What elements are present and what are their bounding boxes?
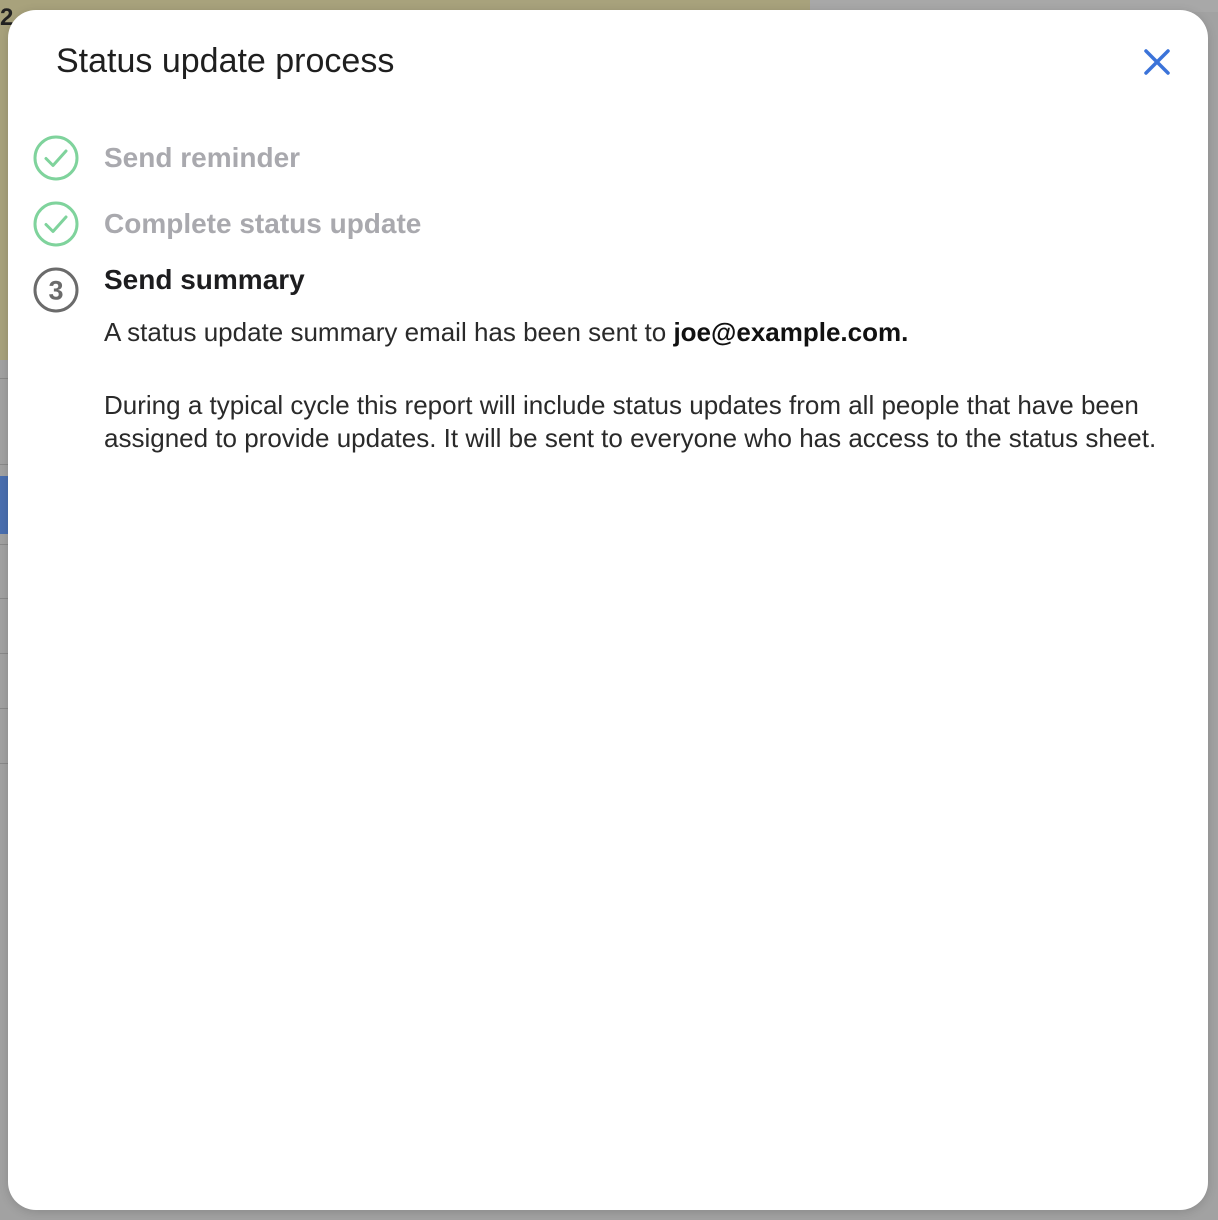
close-icon [1144, 49, 1170, 75]
background-selected-cell [0, 476, 8, 534]
recipient-email: joe@example.com. [673, 317, 909, 347]
background-divider [0, 653, 8, 654]
step-label: Complete status update [104, 208, 422, 239]
background-divider [0, 378, 8, 379]
summary-text: A status update summary email has been s… [104, 317, 674, 347]
summary-message: A status update summary email has been s… [104, 316, 1174, 349]
step-content: A status update summary email has been s… [104, 316, 1174, 455]
step-label: Send summary [104, 264, 305, 295]
check-circle-icon [33, 135, 79, 181]
step-number-icon: 3 [33, 267, 79, 313]
status-update-dialog: Status update process Send reminder Comp… [8, 10, 1208, 1210]
background-divider [0, 544, 8, 545]
dialog-title: Status update process [56, 42, 395, 80]
background-divider [0, 763, 8, 764]
svg-text:3: 3 [48, 276, 63, 306]
description-text: During a typical cycle this report will … [104, 390, 1157, 453]
background-divider [0, 708, 8, 709]
step-label: Send reminder [104, 142, 301, 173]
check-circle-icon [33, 201, 79, 247]
background-divider [0, 598, 8, 599]
close-button[interactable] [1138, 43, 1176, 81]
background-divider [0, 464, 8, 465]
